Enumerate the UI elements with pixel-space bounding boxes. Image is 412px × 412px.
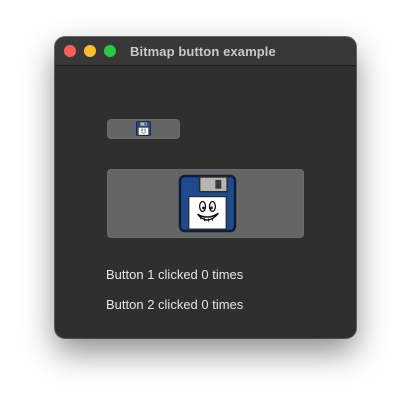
button-1-click-count-label: Button 1 clicked 0 times (106, 267, 244, 282)
close-window-button[interactable] (64, 45, 76, 57)
zoom-window-button[interactable] (104, 45, 116, 57)
main-window: Bitmap button example Button 1 clicked 0 (55, 37, 356, 338)
title-bar[interactable]: Bitmap button example (55, 37, 356, 66)
floppy-disk-smiley-icon (178, 174, 237, 233)
button-2-click-count-label: Button 2 clicked 0 times (106, 297, 244, 312)
bitmap-button-1[interactable] (107, 119, 180, 139)
minimize-window-button[interactable] (84, 45, 96, 57)
window-title: Bitmap button example (130, 44, 276, 59)
floppy-disk-icon (136, 121, 151, 136)
bitmap-button-2[interactable] (107, 169, 304, 238)
